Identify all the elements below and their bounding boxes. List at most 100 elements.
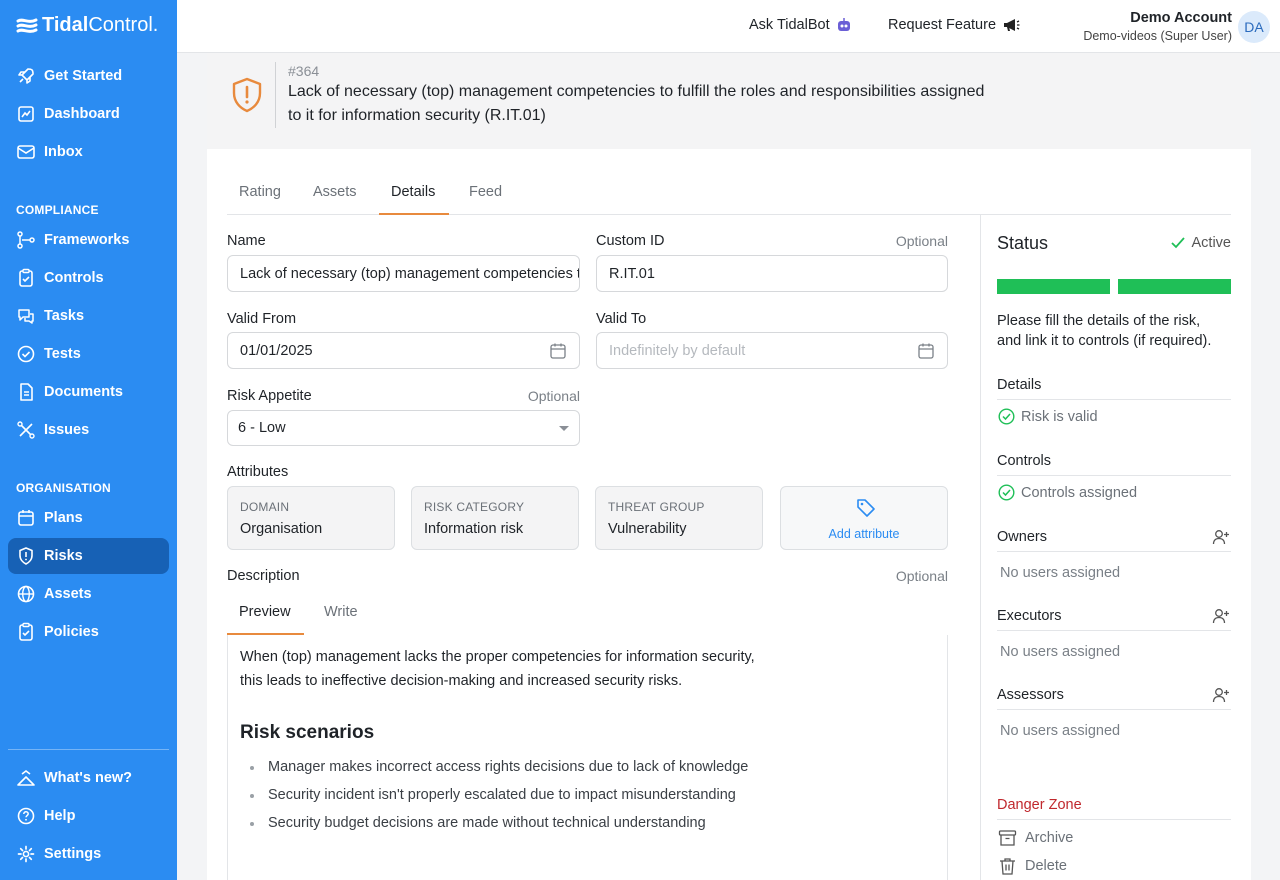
attribute-risk-category[interactable]: RISK CATEGORY Information risk <box>411 486 579 550</box>
sidebar-item-label: Risks <box>44 548 83 564</box>
sidebar-item-plans[interactable]: Plans <box>8 500 169 536</box>
tab-preview[interactable]: Preview <box>239 604 291 620</box>
risk-id: #364 <box>288 63 320 79</box>
owners-empty: No users assigned <box>1000 565 1121 581</box>
ask-tidalbot-link[interactable]: Ask TidalBot <box>749 17 852 33</box>
chevron-down-icon <box>559 426 569 431</box>
logo[interactable]: TidalControl. <box>16 14 158 37</box>
calendar-icon[interactable] <box>917 342 935 360</box>
sidebar: TidalControl. Get Started Dashboard Inbo… <box>0 0 177 880</box>
tab-feed[interactable]: Feed <box>469 184 502 200</box>
sidebar-item-help[interactable]: Help <box>8 798 169 834</box>
tab-write[interactable]: Write <box>324 604 358 620</box>
archive-icon <box>998 830 1017 846</box>
check-circle-icon <box>998 408 1015 425</box>
risk-appetite-optional: Optional <box>527 388 580 404</box>
gear-icon <box>17 845 35 863</box>
top-bar: Ask TidalBot Request Feature Demo Accoun… <box>177 0 1280 53</box>
sidebar-item-label: What's new? <box>44 770 133 786</box>
archive-label: Archive <box>1025 830 1074 846</box>
attribute-threat-group[interactable]: THREAT GROUP Vulnerability <box>595 486 763 550</box>
progress-segment <box>1118 279 1231 294</box>
dashboard-icon <box>18 106 34 122</box>
risk-shield-icon <box>229 76 265 119</box>
list-item: Security budget decisions are made witho… <box>250 815 706 831</box>
sidebar-item-label: Help <box>44 808 76 824</box>
attribute-value: Vulnerability <box>608 521 687 537</box>
frameworks-icon <box>17 231 35 249</box>
description-heading: Risk scenarios <box>240 722 375 743</box>
request-feature-link[interactable]: Request Feature <box>888 17 1020 33</box>
custom-id-field[interactable]: R.IT.01 <box>596 255 948 292</box>
valid-from-field[interactable]: 01/01/2025 <box>227 332 580 369</box>
valid-to-field[interactable]: Indefinitely by default <box>596 332 948 369</box>
add-attribute-button[interactable]: Add attribute <box>780 486 948 550</box>
add-assessor-icon[interactable] <box>1212 686 1230 704</box>
trash-icon <box>1000 858 1015 875</box>
documents-icon <box>20 383 33 401</box>
name-field[interactable]: Lack of necessary (top) management compe… <box>227 255 580 292</box>
sidebar-item-risks[interactable]: Risks <box>8 538 169 574</box>
help-icon <box>17 807 35 825</box>
sidebar-item-label: Documents <box>44 384 123 400</box>
custom-id-optional: Optional <box>895 233 948 249</box>
description-line: this leads to ineffective decision-makin… <box>240 673 683 689</box>
sidebar-item-dashboard[interactable]: Dashboard <box>8 96 169 132</box>
danger-zone-title: Danger Zone <box>997 797 1231 820</box>
attribute-domain[interactable]: DOMAIN Organisation <box>227 486 395 550</box>
sidebar-item-issues[interactable]: Issues <box>8 412 169 448</box>
sidebar-item-assets[interactable]: Assets <box>8 576 169 612</box>
avatar[interactable]: DA <box>1238 11 1270 43</box>
risk-valid-check: Risk is valid <box>998 408 1098 425</box>
add-owner-icon[interactable] <box>1212 528 1230 546</box>
status-hint-line: and link it to controls (if required). <box>997 333 1212 349</box>
custom-id-label: Custom ID <box>596 233 665 249</box>
issues-icon <box>17 421 35 439</box>
sidebar-item-frameworks[interactable]: Frameworks <box>8 222 169 258</box>
account-name[interactable]: Demo Account <box>1130 10 1232 26</box>
section-compliance: COMPLIANCE <box>16 203 99 217</box>
sidebar-item-controls[interactable]: Controls <box>8 260 169 296</box>
sidebar-item-tests[interactable]: Tests <box>8 336 169 372</box>
risk-appetite-select[interactable]: 6 - Low <box>227 410 580 446</box>
globe-icon <box>17 585 35 603</box>
assessors-empty: No users assigned <box>1000 723 1121 739</box>
tab-assets[interactable]: Assets <box>313 184 357 200</box>
sidebar-item-inbox[interactable]: Inbox <box>8 134 169 170</box>
risk-appetite-value: 6 - Low <box>238 420 286 436</box>
ask-tidalbot-label: Ask TidalBot <box>749 17 830 33</box>
brand-bold: Tidal <box>42 14 89 36</box>
delete-button[interactable]: Delete <box>998 857 1067 875</box>
status-badge: Active <box>1170 235 1232 251</box>
assessors-section-title: Assessors <box>997 687 1231 710</box>
rocket-icon <box>18 68 34 84</box>
status-hint-line: Please fill the details of the risk, <box>997 313 1201 329</box>
sidebar-item-label: Assets <box>44 586 92 602</box>
status-title: Status <box>997 233 1049 253</box>
sidebar-item-label: Policies <box>44 624 99 640</box>
archive-button[interactable]: Archive <box>998 829 1073 847</box>
attribute-value: Information risk <box>424 521 524 537</box>
list-item: Security incident isn't properly escalat… <box>250 787 736 803</box>
sidebar-item-tasks[interactable]: Tasks <box>8 298 169 334</box>
tab-rating[interactable]: Rating <box>239 184 281 200</box>
calendar-icon[interactable] <box>549 342 567 360</box>
executors-empty: No users assigned <box>1000 644 1121 660</box>
inbox-icon <box>17 145 35 159</box>
sidebar-item-label: Get Started <box>44 68 123 84</box>
sidebar-item-label: Dashboard <box>44 106 120 122</box>
policies-icon <box>19 622 33 641</box>
valid-to-label: Valid To <box>596 311 647 327</box>
valid-from-label: Valid From <box>227 311 297 327</box>
sidebar-item-get-started[interactable]: Get Started <box>8 58 169 94</box>
sidebar-item-label: Issues <box>44 422 90 438</box>
tab-details[interactable]: Details <box>391 184 435 200</box>
header-divider <box>275 62 276 128</box>
valid-from-value: 01/01/2025 <box>240 342 313 359</box>
sidebar-item-policies[interactable]: Policies <box>8 614 169 650</box>
add-executor-icon[interactable] <box>1212 607 1230 625</box>
status-state: Active <box>1191 235 1232 251</box>
sidebar-item-whats-new[interactable]: What's new? <box>8 760 169 796</box>
sidebar-item-settings[interactable]: Settings <box>8 836 169 872</box>
sidebar-item-documents[interactable]: Documents <box>8 374 169 410</box>
